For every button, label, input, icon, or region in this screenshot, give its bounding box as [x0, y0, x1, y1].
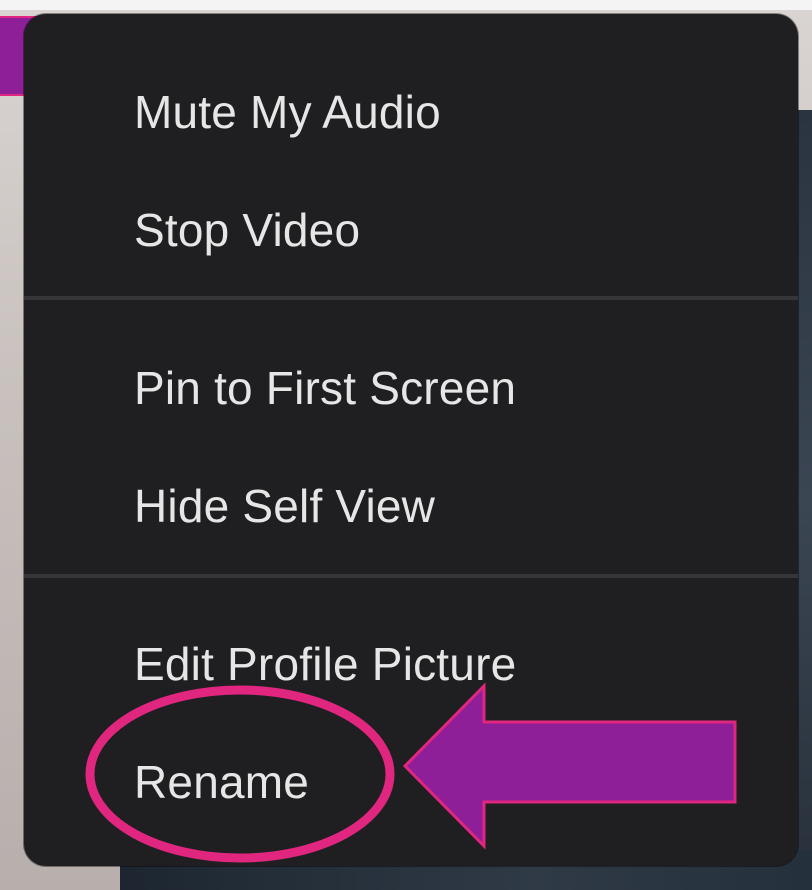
menu-item-stop-video[interactable]: Stop Video	[134, 202, 360, 258]
participant-context-menu: Mute My Audio Stop Video Pin to First Sc…	[24, 14, 798, 866]
menu-separator	[24, 574, 798, 578]
menu-item-edit-profile-picture[interactable]: Edit Profile Picture	[134, 636, 516, 692]
menu-item-mute-my-audio[interactable]: Mute My Audio	[134, 84, 441, 140]
menu-item-hide-self-view[interactable]: Hide Self View	[134, 478, 435, 534]
screenshot-stage: Mute My Audio Stop Video Pin to First Sc…	[0, 0, 812, 890]
menu-separator	[24, 296, 798, 300]
menu-item-pin-to-first-screen[interactable]: Pin to First Screen	[134, 360, 516, 416]
menu-item-rename[interactable]: Rename	[134, 754, 309, 810]
